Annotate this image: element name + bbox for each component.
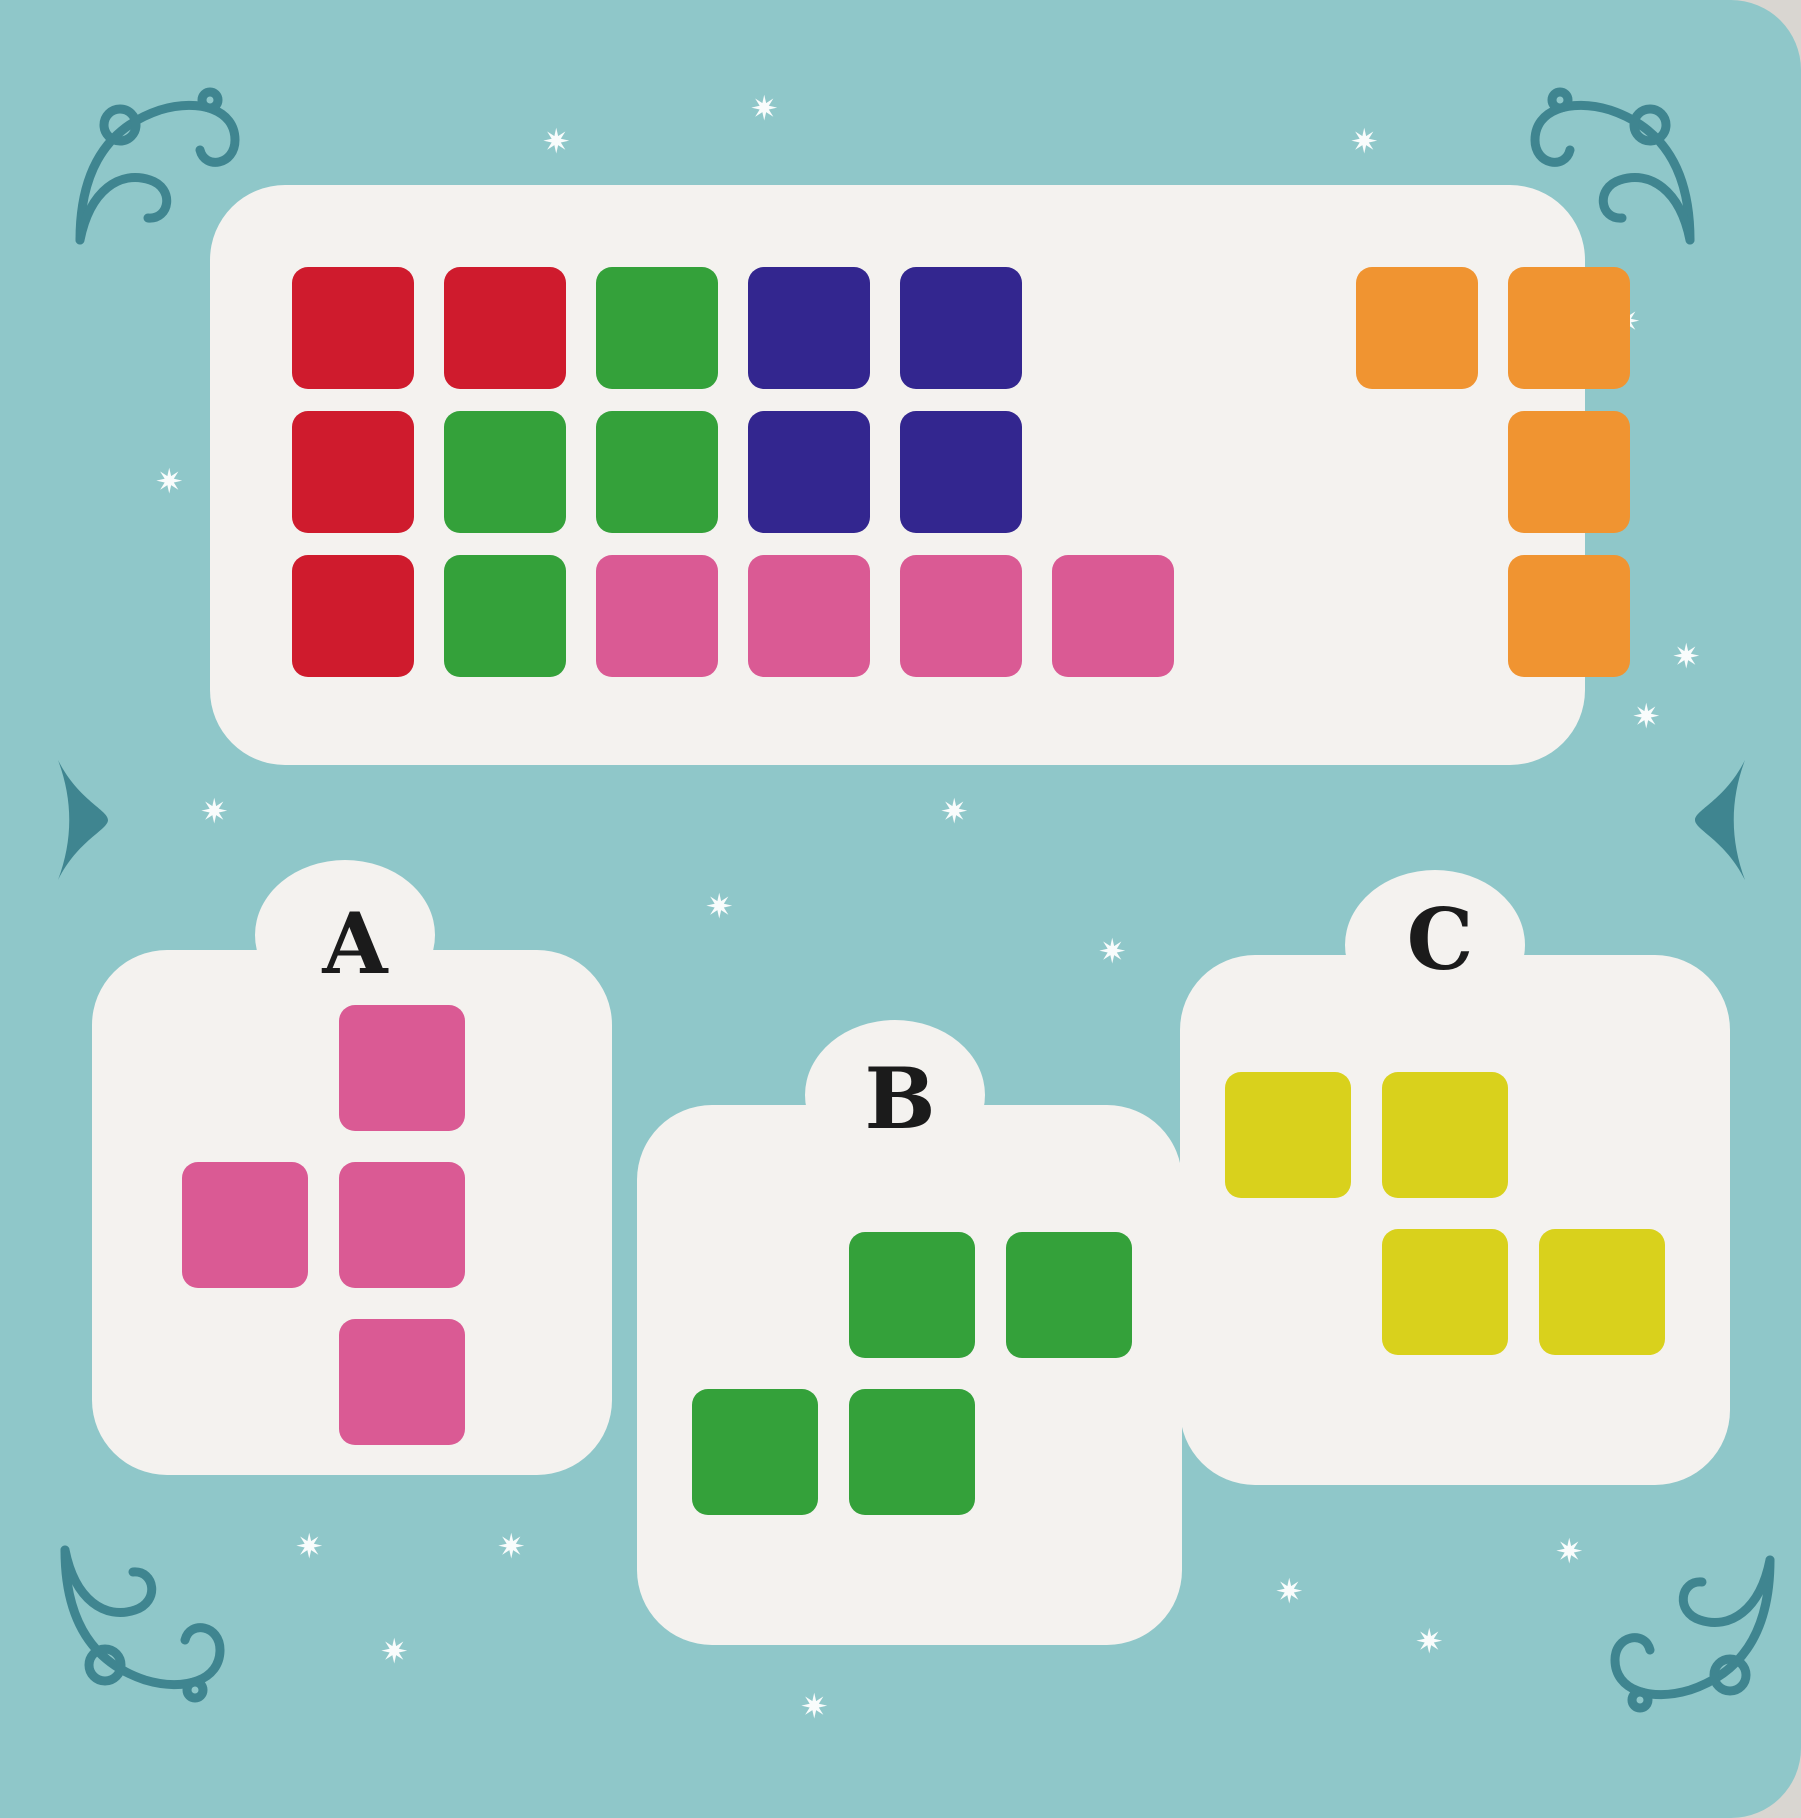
board-tile-green (444, 555, 566, 677)
board-tile-orange (1508, 267, 1630, 389)
option-c-tile (1382, 1072, 1508, 1198)
option-c-panel[interactable] (1180, 955, 1730, 1485)
option-a-label: A (322, 894, 388, 993)
swirl-corner-icon (60, 1545, 225, 1703)
option-a-tile (182, 1162, 308, 1288)
board-tile-red (292, 555, 414, 677)
board-tile-blue (900, 411, 1022, 533)
option-b-tile (1006, 1232, 1132, 1358)
option-c-tile (1382, 1229, 1508, 1355)
sparkle-star-icon: ✷ (750, 89, 779, 129)
sparkle-star-icon: ✷ (155, 462, 184, 502)
sparkle-star-icon: ✷ (380, 1632, 409, 1672)
sparkle-star-icon: ✷ (1632, 697, 1661, 737)
sparkle-star-icon: ✷ (705, 887, 734, 927)
sparkle-star-icon: ✷ (940, 792, 969, 832)
option-b-tile (849, 1389, 975, 1515)
board-tile-pink (900, 555, 1022, 677)
sparkle-star-icon: ✷ (1098, 932, 1127, 972)
board-tile-green (596, 411, 718, 533)
board-tile-orange (1508, 555, 1630, 677)
sparkle-star-icon: ✷ (295, 1527, 324, 1567)
sparkle-star-icon: ✷ (1672, 637, 1701, 677)
sparkle-star-icon: ✷ (497, 1527, 526, 1567)
board-tile-blue (748, 267, 870, 389)
board-tile-red (292, 411, 414, 533)
board-tile-red (444, 267, 566, 389)
board-tile-blue (900, 267, 1022, 389)
board-tile-orange (1356, 267, 1478, 389)
board-tile-blue (748, 411, 870, 533)
sparkle-star-icon: ✷ (1275, 1572, 1304, 1612)
option-b-panel[interactable] (637, 1105, 1182, 1645)
option-c-tile (1225, 1072, 1351, 1198)
swirl-corner-icon (1610, 1555, 1775, 1713)
board-tile-pink (1052, 555, 1174, 677)
puzzle-card: ✷ ✷ ✷ ✷ ✷ ✷ ✷ ✷ ✷ ✷ ✷ ✷ ✷ ✷ ✷ ✷ ✷ ✷ A B … (0, 0, 1801, 1818)
board-tile-pink (596, 555, 718, 677)
board-tile-green (596, 267, 718, 389)
board-tile-green (444, 411, 566, 533)
option-b-label: B (864, 1049, 936, 1148)
sparkle-star-icon: ✷ (1555, 1532, 1584, 1572)
sparkle-star-icon: ✷ (800, 1687, 829, 1727)
option-b-tile (692, 1389, 818, 1515)
board-tile-orange (1508, 411, 1630, 533)
sparkle-star-icon: ✷ (200, 792, 229, 832)
option-a-tile (339, 1162, 465, 1288)
option-a-tile (339, 1005, 465, 1131)
board-tile-pink (748, 555, 870, 677)
option-a-tile (339, 1319, 465, 1445)
board-tile-red (292, 267, 414, 389)
option-b-tile (849, 1232, 975, 1358)
option-c-label: C (1406, 890, 1474, 989)
side-arrow-icon (58, 760, 108, 880)
sparkle-star-icon: ✷ (1415, 1622, 1444, 1662)
option-c-tile (1539, 1229, 1665, 1355)
sparkle-star-icon: ✷ (542, 122, 571, 162)
side-arrow-icon (1695, 760, 1745, 880)
sparkle-star-icon: ✷ (1350, 122, 1379, 162)
